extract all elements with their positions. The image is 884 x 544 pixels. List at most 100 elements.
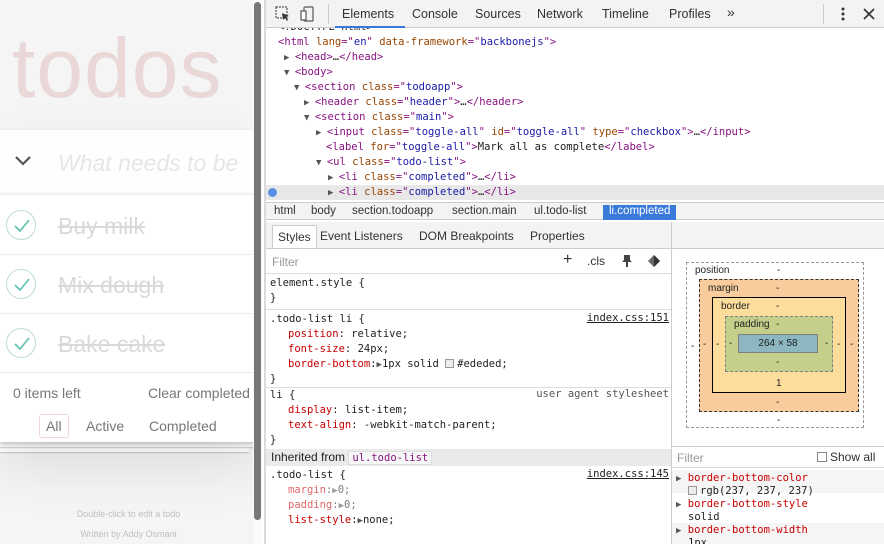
dom-node[interactable]: ▼ <ul class="todo-list"> [266, 155, 884, 170]
breadcrumb-item[interactable]: section.todoapp [346, 205, 439, 220]
more-tabs-icon[interactable]: » [727, 4, 735, 20]
scrollbar-thumb[interactable] [254, 2, 261, 520]
kebab-menu-icon[interactable] [834, 5, 852, 23]
css-declaration[interactable]: list-style:▶none; [288, 513, 395, 528]
tab-console[interactable]: Console [412, 7, 458, 21]
todo-item[interactable]: Buy milk [0, 196, 257, 255]
rule-selector[interactable]: element.style { [270, 276, 365, 291]
computed-styles: ▶ border-bottom-color rgb(237, 237, 237)… [672, 470, 884, 544]
box-position-label: position [695, 265, 730, 276]
box-padding-label: padding [734, 319, 770, 330]
dom-node[interactable]: <label for="toggle-all">Mark all as comp… [266, 140, 884, 155]
rule-selector[interactable]: li { [270, 388, 295, 403]
clear-completed-button[interactable]: Clear completed [148, 385, 250, 401]
box-margin-value[interactable]: - [776, 283, 779, 294]
rule-source-link[interactable]: index.css:151 [587, 312, 669, 324]
box-border-value[interactable]: - [716, 339, 719, 350]
inspect-element-icon[interactable] [274, 5, 292, 23]
dom-node[interactable]: ▶ <head>…</head> [266, 50, 884, 65]
dom-node[interactable]: ▶ <header class="header">…</header> [266, 95, 884, 110]
todo-item[interactable]: Mix dough [0, 255, 257, 314]
box-padding-value[interactable]: - [825, 338, 828, 349]
rule-source-link[interactable]: index.css:145 [587, 468, 669, 480]
css-declaration[interactable]: font-size: 24px; [288, 342, 389, 357]
computed-property[interactable]: ▶ border-bottom-style [676, 498, 808, 511]
box-border-value[interactable]: - [776, 301, 779, 312]
color-swatch[interactable] [445, 359, 455, 368]
computed-property[interactable]: ▶ border-bottom-color [676, 472, 808, 485]
toggle-all-chevron-icon[interactable] [12, 148, 34, 174]
device-mode-icon[interactable] [300, 5, 318, 23]
dom-node[interactable]: ▶ <li class="completed">…</li> [266, 185, 884, 200]
css-declaration[interactable]: border-bottom:▶1px solid #ededed; [288, 357, 508, 372]
rule-selector[interactable]: .todo-list li { [270, 312, 365, 327]
box-position-value[interactable]: - [777, 415, 780, 426]
dom-node[interactable]: ▼ <body> [266, 65, 884, 80]
filter-active[interactable]: Active [79, 414, 131, 438]
page-scrollbar[interactable] [253, 0, 262, 544]
box-margin-value[interactable]: - [850, 339, 853, 350]
box-padding-value[interactable]: - [776, 357, 779, 368]
dom-node[interactable]: ▼ <section class="todoapp"> [266, 80, 884, 95]
checkbox-icon[interactable] [817, 452, 827, 462]
checkmark-icon[interactable] [6, 328, 36, 358]
toolbar-separator [328, 4, 329, 24]
breadcrumb-item-selected[interactable]: li.completed [603, 205, 677, 220]
devtools-tabbar: Elements Console Sources Network Timelin… [266, 0, 884, 28]
inherited-node-chip[interactable]: ul.todo-list [348, 451, 433, 465]
show-all-checkbox[interactable]: Show all [817, 450, 875, 464]
dom-node[interactable]: ▼ <section class="main"> [266, 110, 884, 125]
checkmark-icon[interactable] [6, 210, 36, 240]
tab-elements[interactable]: Elements [342, 7, 394, 21]
new-todo-input[interactable]: What needs to be [58, 150, 238, 177]
box-border-value[interactable]: - [837, 339, 840, 350]
color-format-icon[interactable] [646, 254, 662, 271]
subtab-event-listeners[interactable]: Event Listeners [320, 229, 403, 243]
css-declaration[interactable]: margin:▶0; [288, 483, 350, 498]
breadcrumb-item[interactable]: html [268, 205, 302, 220]
box-padding-value[interactable]: - [776, 319, 779, 330]
color-swatch [688, 486, 697, 495]
dom-node[interactable]: ▶ <li class="completed">…</li> [266, 170, 884, 185]
dom-node[interactable]: <html lang="en" data-framework="backbone… [266, 35, 884, 50]
dom-node[interactable]: <!DOCTYPE html> [266, 28, 884, 35]
box-border-bottom-value[interactable]: 1 [776, 378, 782, 389]
subtab-properties[interactable]: Properties [530, 229, 585, 243]
box-position-value[interactable]: - [777, 265, 780, 276]
dom-node[interactable]: ▶ <input class="toggle-all" id="toggle-a… [266, 125, 884, 140]
rule-selector[interactable]: .todo-list { [270, 468, 346, 483]
filter-all[interactable]: All [39, 414, 69, 438]
box-content[interactable]: 264 × 58 [738, 334, 818, 353]
computed-value: rgb(237, 237, 237) [688, 485, 814, 498]
tab-network[interactable]: Network [537, 7, 583, 21]
subtab-dom-breakpoints[interactable]: DOM Breakpoints [419, 229, 514, 243]
rule-close: } [270, 373, 277, 385]
box-border: border - - - 1 padding - - - - 264 × 58 [712, 297, 846, 393]
box-padding-value[interactable]: - [729, 338, 732, 349]
cls-toggle-button[interactable]: .cls [587, 254, 605, 268]
box-margin-value[interactable]: - [776, 397, 779, 408]
breadcrumb-item[interactable]: ul.todo-list [528, 205, 592, 220]
computed-filter-input[interactable]: Filter [677, 451, 704, 465]
breadcrumb-item[interactable]: section.main [446, 205, 523, 220]
box-margin-label: margin [708, 283, 739, 294]
box-margin-value[interactable]: - [703, 339, 706, 350]
new-rule-button[interactable]: + [563, 251, 572, 269]
computed-property[interactable]: ▶ border-bottom-width [676, 524, 808, 537]
breadcrumb-item[interactable]: body [305, 205, 342, 220]
filter-completed[interactable]: Completed [142, 414, 224, 438]
checkmark-icon[interactable] [6, 269, 36, 299]
subtab-styles[interactable]: Styles [272, 225, 317, 248]
tab-sources[interactable]: Sources [475, 7, 521, 21]
css-declaration[interactable]: padding:▶0; [288, 498, 357, 513]
close-icon[interactable] [860, 5, 878, 23]
styles-filter-input[interactable]: Filter [272, 255, 299, 269]
tab-profiles[interactable]: Profiles [669, 7, 711, 21]
css-declaration[interactable]: position: relative; [288, 327, 408, 342]
tab-timeline[interactable]: Timeline [602, 7, 649, 21]
box-position-value[interactable]: - [691, 341, 694, 352]
pin-icon[interactable] [620, 254, 634, 271]
todo-item[interactable]: Bake cake [0, 314, 257, 373]
inherited-header: Inherited from ul.todo-list [266, 449, 671, 466]
dom-tree: <!DOCTYPE html><html lang="en" data-fram… [266, 28, 884, 202]
